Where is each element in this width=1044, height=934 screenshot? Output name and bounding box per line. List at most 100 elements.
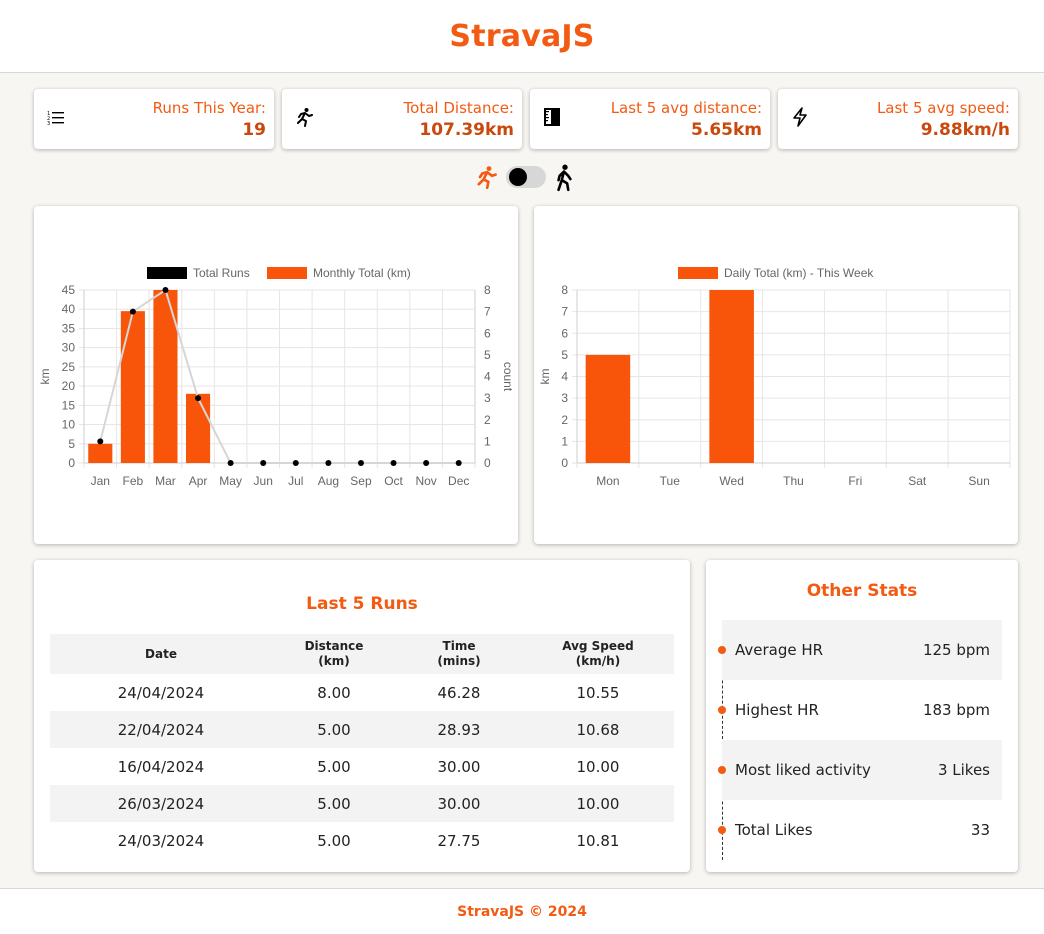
- y-tick-label: 6: [561, 326, 568, 340]
- col-header-distance: Distance (km): [272, 634, 396, 674]
- stat-value: 19: [242, 120, 266, 140]
- y-tick-label: 30: [62, 341, 76, 355]
- legend-swatch: [267, 267, 307, 279]
- x-tick-label: Fri: [848, 474, 862, 488]
- timeline-dot: [718, 646, 726, 654]
- y2-tick-label: 2: [484, 413, 491, 427]
- x-tick-label: Dec: [448, 474, 469, 488]
- y-tick-label: 2: [561, 413, 568, 427]
- data-point: [129, 308, 136, 315]
- bar: [585, 354, 631, 463]
- runner-icon[interactable]: [474, 165, 498, 189]
- cell-date: 22/04/2024: [50, 711, 272, 748]
- cell-speed: 10.55: [576, 683, 620, 702]
- cell-date: 26/03/2024: [50, 785, 272, 822]
- svg-text:3: 3: [47, 121, 50, 127]
- monthly-chart-card: 0 5 10 15 20 25 30 35 40 45 Jan Feb Mar Apr May Jun Jul A…: [34, 206, 518, 544]
- y-tick-label: 35: [62, 321, 76, 335]
- cell-time: 28.93: [396, 711, 522, 748]
- stat-label: Last 5 avg speed:: [876, 99, 1010, 117]
- table-row: 24/04/2024 8.00 46.28 10.55: [50, 674, 674, 711]
- item-label: Total Likes: [735, 821, 813, 839]
- stat-label: Total Distance:: [403, 99, 514, 117]
- timeline-dot: [718, 826, 726, 834]
- table-header-row: Date Distance (km) Time (mins) Avg Speed (k…: [50, 634, 674, 674]
- col-header-date: Date: [50, 634, 272, 674]
- cell-time: 30.00: [396, 785, 522, 822]
- data-point: [195, 395, 202, 402]
- item-label: Most liked activity: [735, 761, 871, 779]
- y-axis-title: km: [38, 369, 52, 385]
- activity-toggle-row: [472, 162, 576, 194]
- bar: [709, 290, 754, 463]
- x-tick-label: Feb: [123, 474, 144, 488]
- list-item: Highest HR 183 bpm: [718, 680, 1002, 740]
- footer-text: StravaJS © 2024: [457, 903, 587, 920]
- list-item: Most liked activity 3 Likes: [718, 740, 1002, 800]
- cell-distance: 5.00: [317, 757, 351, 776]
- stat-card-runs: 1 2 3 Runs This Year: 19: [34, 89, 274, 149]
- bar: [88, 443, 113, 463]
- y-tick-label: 20: [62, 379, 76, 393]
- header-unit: (mins): [437, 654, 481, 668]
- cell-speed: 10.81: [576, 831, 620, 850]
- toggle-knob: [509, 168, 527, 186]
- weekly-chart: 0 1 2 3 4 5 6 7 8 Mon Tue Wed Thu Fri Sat Sun km Daily To…: [538, 266, 1011, 488]
- table-row: 24/03/2024 5.00 27.75 10.81: [50, 822, 674, 859]
- walker-icon[interactable]: [554, 164, 576, 192]
- app-title: StravaJS: [449, 18, 595, 54]
- list-item: Average HR 125 bpm: [718, 620, 1002, 680]
- cell-date: 24/03/2024: [117, 831, 205, 850]
- bar: [185, 393, 211, 463]
- header-text: Avg Speed: [562, 639, 634, 653]
- item-label: Highest HR: [735, 701, 819, 719]
- y2-tick-label: 8: [484, 283, 491, 297]
- header-text: Distance: [304, 639, 364, 653]
- app-header: StravaJS: [0, 0, 1044, 73]
- header-unit: (km/h): [575, 654, 621, 668]
- x-tick-label: Sep: [350, 474, 372, 488]
- timeline-dot: [718, 766, 726, 774]
- y-tick-label: 10: [62, 418, 76, 432]
- x-tick-label: Sun: [968, 474, 989, 488]
- timeline-dot: [718, 706, 726, 714]
- runs-table: Date Distance (km) Time (mins) Avg Speed (k…: [50, 634, 674, 859]
- x-tick-label: Nov: [415, 474, 436, 488]
- x-tick-label: Aug: [318, 474, 339, 488]
- data-point: [97, 438, 104, 445]
- activity-toggle-switch[interactable]: [506, 166, 546, 188]
- header-text: Date: [145, 646, 177, 661]
- x-tick-label: Tue: [660, 474, 681, 488]
- item-value: 33: [970, 821, 990, 839]
- cell-distance: 5.00: [317, 831, 351, 850]
- x-tick-label: Apr: [189, 474, 208, 488]
- header-text: Time: [442, 639, 476, 653]
- cell-speed: 10.68: [522, 711, 674, 748]
- col-header-speed: Avg Speed (km/h): [522, 634, 674, 674]
- x-tick-label: Jun: [254, 474, 273, 488]
- table-row: 22/04/2024 5.00 28.93 10.68: [50, 711, 674, 748]
- x-tick-label: Thu: [783, 474, 804, 488]
- cell-date: 24/04/2024: [117, 683, 205, 702]
- runner-icon: [297, 108, 313, 127]
- stat-value: 5.65km: [691, 120, 762, 140]
- last-runs-title: Last 5 Runs: [306, 594, 418, 614]
- cell-distance: 5.00: [272, 785, 396, 822]
- y-tick-label: 45: [62, 283, 76, 297]
- ruler-icon: [544, 108, 560, 126]
- lightning-icon: [793, 107, 807, 127]
- table-row: 16/04/2024 5.00 30.00 10.00: [50, 748, 674, 785]
- data-point: [292, 460, 299, 466]
- stat-label: Runs This Year:: [152, 99, 266, 117]
- y-tick-label: 25: [62, 360, 76, 374]
- monthly-chart: 051015202530354045Jan Feb Mar Apr May Jun Jul A…: [38, 266, 515, 488]
- y-axis-title: km: [538, 369, 552, 385]
- data-point: [260, 460, 267, 466]
- y2-tick-label: 6: [484, 326, 491, 340]
- data-point: [162, 287, 169, 293]
- legend-label: Total Runs: [193, 266, 250, 280]
- stat-value: 9.88km/h: [920, 120, 1010, 140]
- x-tick-label: May: [219, 474, 242, 488]
- app-footer: StravaJS © 2024: [0, 888, 1044, 934]
- y2-tick-label: 4: [484, 370, 491, 384]
